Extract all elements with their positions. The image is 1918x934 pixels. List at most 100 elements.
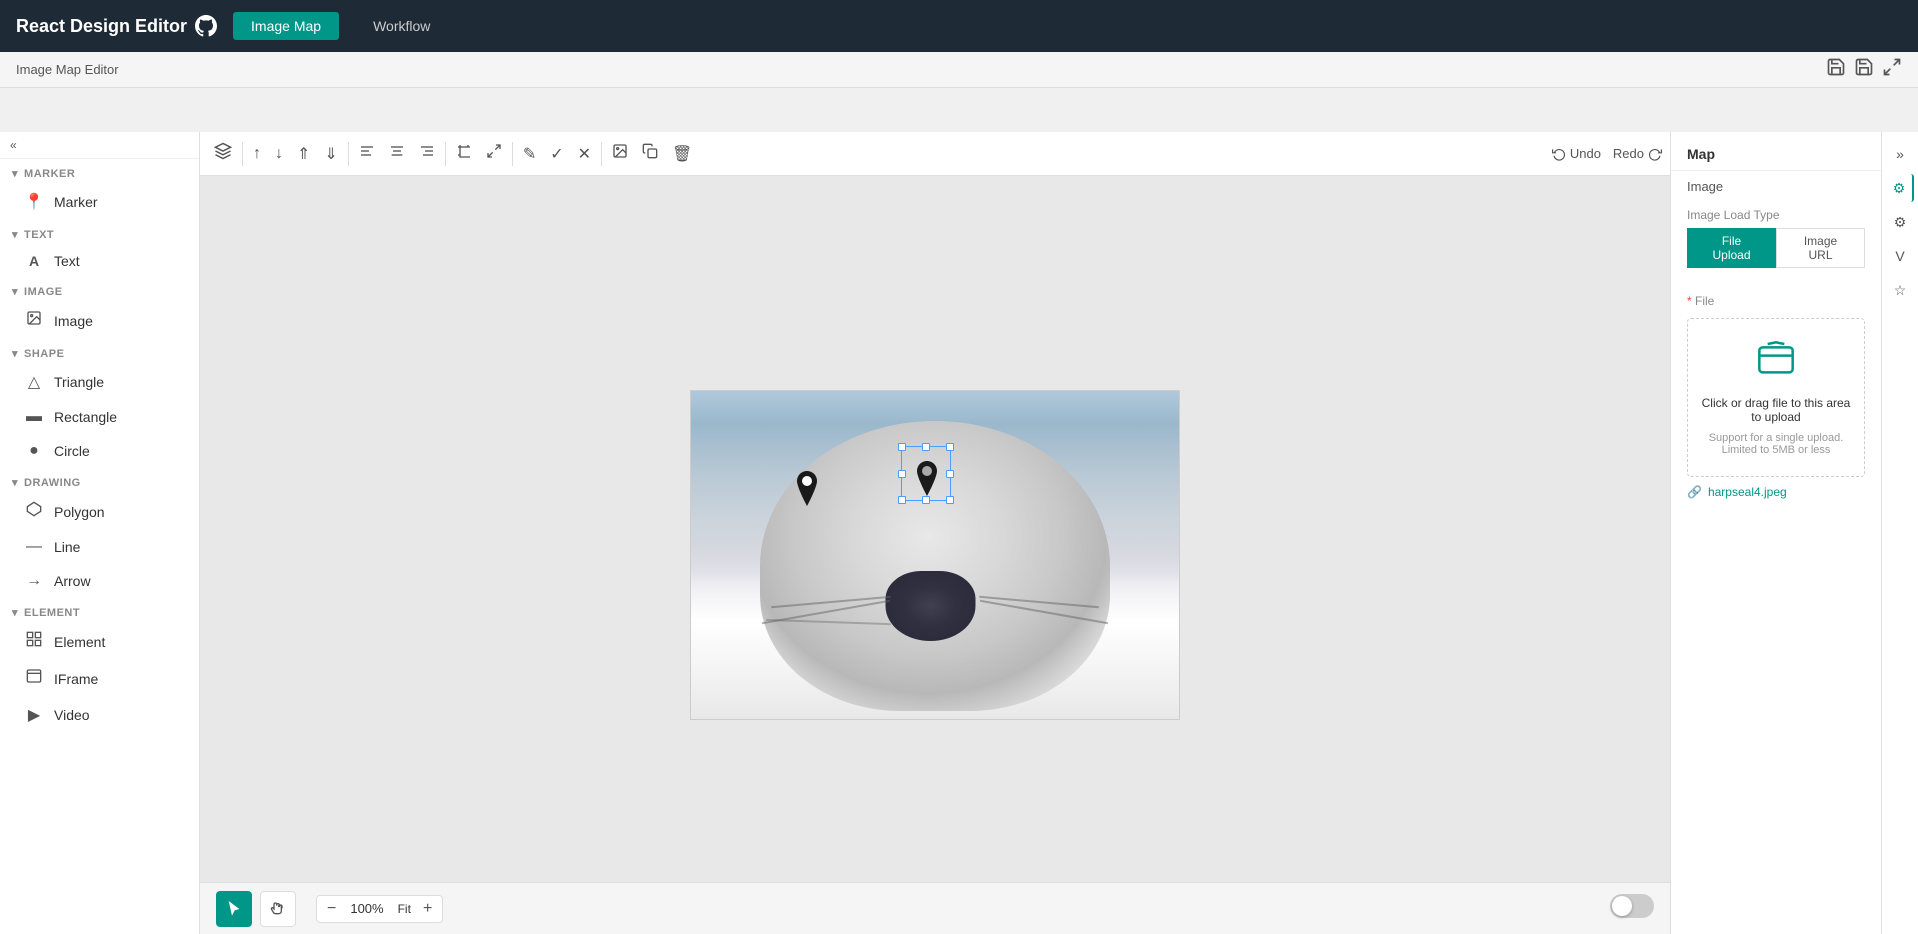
sidebar-item-marker[interactable]: 📍 Marker xyxy=(0,184,199,220)
save-btn-1[interactable] xyxy=(1826,57,1846,82)
workflow-tab[interactable]: Workflow xyxy=(355,12,448,40)
sidebar-item-polygon[interactable]: Polygon xyxy=(0,493,199,530)
duplicate-btn[interactable] xyxy=(636,139,664,168)
canvas-image-container[interactable] xyxy=(690,390,1180,720)
align-right-btn[interactable] xyxy=(413,139,441,168)
marker-icon: 📍 xyxy=(24,192,44,212)
sidebar-item-video[interactable]: ▶ Video xyxy=(0,697,199,733)
sidebar-item-line[interactable]: — Line xyxy=(0,530,199,564)
align-left-btn[interactable] xyxy=(353,139,381,168)
redo-btn[interactable]: Redo xyxy=(1613,146,1662,161)
canvas-area[interactable]: − 100% Fit + xyxy=(200,176,1670,934)
right-panel-settings-btn[interactable]: ⚙ xyxy=(1886,174,1914,202)
sub-header: Image Map Editor xyxy=(0,52,1918,88)
toolbar: ↑ ↓ ⇑ ⇓ ✎ ✓ ✕ xyxy=(200,132,1670,176)
toggle-btn[interactable] xyxy=(1610,894,1654,918)
sidebar-section-drawing[interactable]: ▾ DRAWING xyxy=(0,468,199,493)
sub-header-right xyxy=(1826,57,1902,82)
sidebar-collapse-button[interactable]: « xyxy=(0,132,199,159)
left-sidebar: « ▾ MARKER 📍 Marker ▾ TEXT A Text ▾ IMAG… xyxy=(0,132,200,934)
sidebar-section-image[interactable]: ▾ IMAGE xyxy=(0,277,199,302)
panel-side-icons: » ⚙ ⚙ V ☆ xyxy=(1881,132,1918,934)
zoom-level: 100% xyxy=(344,901,389,916)
right-panel-star-btn[interactable]: ☆ xyxy=(1886,276,1914,304)
sidebar-section-marker[interactable]: ▾ MARKER xyxy=(0,159,199,184)
sidebar-item-rectangle-label: Rectangle xyxy=(54,409,117,425)
right-panel-settings2-btn[interactable]: ⚙ xyxy=(1886,208,1914,236)
sidebar-item-triangle-label: Triangle xyxy=(54,374,104,390)
hand-tool-btn[interactable] xyxy=(260,891,296,927)
text-icon: A xyxy=(24,253,44,269)
sidebar-item-polygon-label: Polygon xyxy=(54,504,105,520)
crop-btn[interactable] xyxy=(450,139,478,168)
main-layout: « ▾ MARKER 📍 Marker ▾ TEXT A Text ▾ IMAG… xyxy=(0,132,1918,934)
bottom-toolbar: − 100% Fit + xyxy=(200,882,1670,934)
send-to-back-btn[interactable]: ⇓ xyxy=(318,140,343,168)
sidebar-item-element[interactable]: Element xyxy=(0,623,199,660)
sidebar-item-circle[interactable]: ● Circle xyxy=(0,434,199,468)
sidebar-item-text[interactable]: A Text xyxy=(0,245,199,277)
right-panel-vimeo-btn[interactable]: V xyxy=(1886,242,1914,270)
select-tool-btn[interactable] xyxy=(216,891,252,927)
sidebar-item-rectangle[interactable]: ▬ Rectangle xyxy=(0,400,199,434)
delete-btn[interactable]: 🗑 xyxy=(666,140,698,168)
sidebar-section-shape[interactable]: ▾ SHAPE xyxy=(0,339,199,364)
element-section-label: ELEMENT xyxy=(24,607,80,619)
add-image-btn[interactable] xyxy=(606,139,634,168)
line-icon: — xyxy=(24,538,44,556)
undo-btn[interactable]: Undo xyxy=(1552,146,1601,161)
image-url-btn[interactable]: Image URL xyxy=(1776,228,1865,268)
seal-nose-shape xyxy=(886,571,976,641)
sidebar-item-text-label: Text xyxy=(54,253,80,269)
image-map-tab[interactable]: Image Map xyxy=(233,12,339,40)
right-panel-title: Map xyxy=(1671,132,1881,171)
bring-to-front-btn[interactable]: ⇑ xyxy=(291,140,316,168)
sidebar-item-image[interactable]: Image xyxy=(0,302,199,339)
circle-icon: ● xyxy=(24,442,44,460)
save-btn-2[interactable] xyxy=(1854,57,1874,82)
file-name: harpseal4.jpeg xyxy=(1708,485,1787,499)
layers-btn[interactable] xyxy=(208,138,238,169)
zoom-out-btn[interactable]: − xyxy=(323,898,340,920)
bring-forward-btn[interactable]: ↑ xyxy=(247,141,267,167)
element-icon xyxy=(24,631,44,652)
github-icon xyxy=(195,15,217,37)
sidebar-item-marker-label: Marker xyxy=(54,194,98,210)
link-icon: 🔗 xyxy=(1687,485,1702,499)
zoom-in-btn[interactable]: + xyxy=(419,898,436,920)
sidebar-item-arrow-label: Arrow xyxy=(54,573,91,589)
image-section-label: IMAGE xyxy=(24,286,63,298)
confirm-btn[interactable]: ✓ xyxy=(544,140,569,168)
file-attached: 🔗 harpseal4.jpeg xyxy=(1671,477,1881,507)
rp-image-load-type-label: Image Load Type xyxy=(1687,208,1865,222)
upload-text: Click or drag file to this area to uploa… xyxy=(1698,396,1854,424)
marker-pin-1[interactable] xyxy=(791,471,823,511)
right-panel-expand-btn[interactable]: » xyxy=(1886,140,1914,168)
file-upload-btn[interactable]: File Upload xyxy=(1687,228,1776,268)
marker-section-label: MARKER xyxy=(24,168,75,180)
zoom-fit-btn[interactable]: Fit xyxy=(394,902,415,916)
text-chevron-icon: ▾ xyxy=(12,228,18,241)
right-panel: Map Image Image Load Type File Upload Im… xyxy=(1670,132,1918,934)
app-title-text: React Design Editor xyxy=(16,16,187,37)
polygon-icon xyxy=(24,501,44,522)
send-backward-btn[interactable]: ↓ xyxy=(269,141,289,167)
align-center-btn[interactable] xyxy=(383,139,411,168)
triangle-icon: △ xyxy=(24,372,44,392)
export-btn[interactable] xyxy=(1882,57,1902,82)
upload-area[interactable]: Click or drag file to this area to uploa… xyxy=(1687,318,1865,477)
marker-pin-2[interactable] xyxy=(911,461,943,501)
drawing-section-label: DRAWING xyxy=(24,477,81,489)
sidebar-section-element[interactable]: ▾ ELEMENT xyxy=(0,598,199,623)
edit-btn[interactable]: ✎ xyxy=(517,140,542,168)
sidebar-item-arrow[interactable]: → Arrow xyxy=(0,564,199,598)
sidebar-item-iframe[interactable]: IFrame xyxy=(0,660,199,697)
sidebar-section-text[interactable]: ▾ TEXT xyxy=(0,220,199,245)
cancel-btn[interactable]: ✕ xyxy=(572,140,597,168)
rp-file-label-row: File xyxy=(1671,284,1881,318)
sidebar-item-triangle[interactable]: △ Triangle xyxy=(0,364,199,400)
rp-image-subsection: Image xyxy=(1671,171,1881,198)
expand-btn[interactable] xyxy=(480,139,508,168)
video-icon: ▶ xyxy=(24,705,44,725)
iframe-icon xyxy=(24,668,44,689)
